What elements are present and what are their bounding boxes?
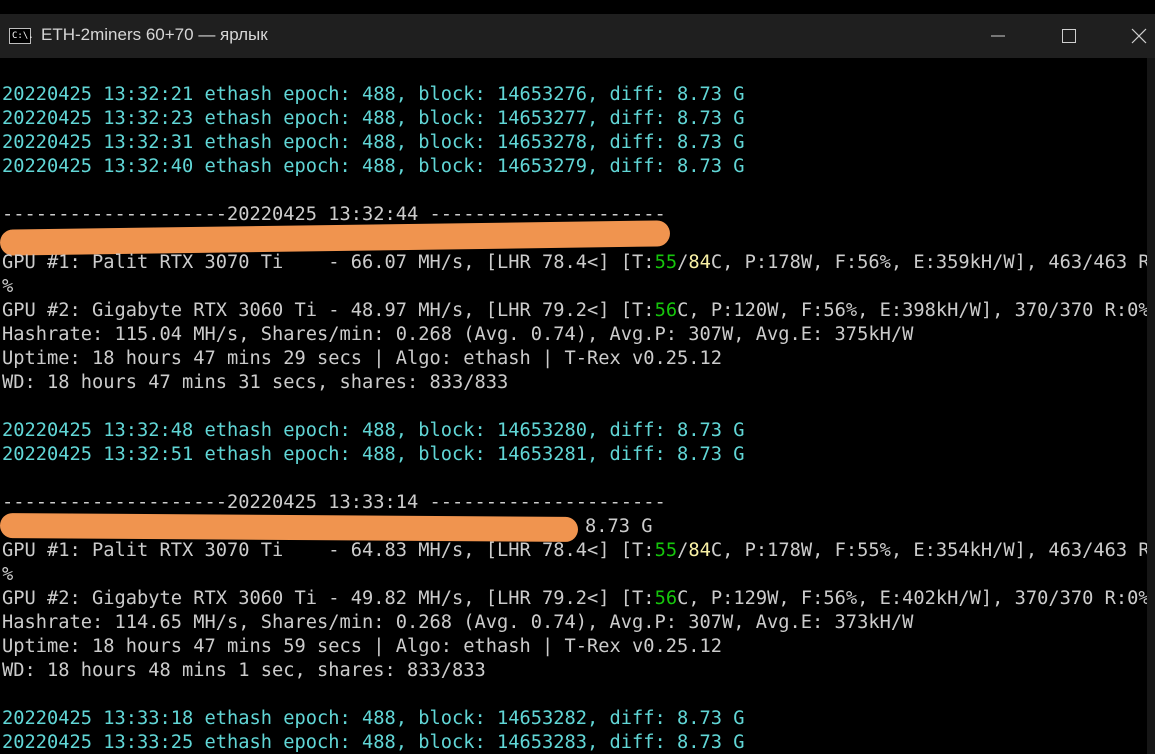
gpu2-text: GPU #2: Gigabyte RTX 3060 Ti - 48.97 MH/… — [2, 300, 655, 321]
redaction-mark — [0, 512, 579, 543]
gpu2-text: GPU #2: Gigabyte RTX 3060 Ti - 49.82 MH/… — [2, 588, 655, 609]
watchdog-line: WD: 18 hours 48 mins 1 sec, shares: 833/… — [2, 660, 486, 681]
share-line: 20220425 13:33:18 ethash epoch: 488, blo… — [2, 708, 745, 729]
console-output[interactable]: 20220425 13:32:21 ethash epoch: 488, blo… — [0, 58, 1147, 754]
maximize-button[interactable] — [1046, 14, 1092, 58]
maximize-icon — [1062, 29, 1076, 43]
vertical-scrollbar[interactable] — [1147, 58, 1155, 754]
share-line: 20220425 13:32:31 ethash epoch: 488, blo… — [2, 132, 745, 153]
gpu2-temp: 56 — [654, 588, 678, 609]
close-icon — [1131, 28, 1147, 44]
gpu-status-line: GPU #2: Gigabyte RTX 3060 Ti - 49.82 MH/… — [2, 587, 1147, 611]
share-line: 20220425 13:32:21 ethash epoch: 488, blo… — [2, 84, 745, 105]
temp-slash: / — [677, 540, 689, 561]
top-black-strip — [0, 0, 1155, 14]
gpu-status-line: GPU #1: Palit RTX 3070 Ti - 66.07 MH/s, … — [2, 251, 1147, 275]
hashrate-line: Hashrate: 115.04 MH/s, Shares/min: 0.268… — [2, 324, 914, 345]
gpu1-mem-temp: 84 — [688, 252, 711, 273]
window-title: ETH-2miners 60+70 — ярлык — [41, 25, 268, 44]
wrapped-text: % — [2, 276, 14, 297]
cmd-icon: C:\. — [9, 28, 34, 44]
status-separator: --------------------20220425 13:33:14 --… — [2, 492, 666, 513]
wrapped-text: % — [2, 564, 14, 585]
temp-slash: / — [677, 252, 689, 273]
hashrate-line: Hashrate: 114.65 MH/s, Shares/min: 0.268… — [2, 612, 914, 633]
gpu2-temp: 56 — [654, 300, 678, 321]
gpu1-rest: C, P:178W, F:56%, E:359kH/W], 463/463 R:… — [710, 252, 1147, 273]
share-line: 20220425 13:32:23 ethash epoch: 488, blo… — [2, 108, 745, 129]
gpu2-rest: C, P:129W, F:56%, E:402kH/W], 370/370 R:… — [677, 588, 1147, 609]
gpu-status-line: GPU #2: Gigabyte RTX 3060 Ti - 48.97 MH/… — [2, 299, 1147, 323]
uptime-line: Uptime: 18 hours 47 mins 29 secs | Algo:… — [2, 348, 723, 369]
share-line: 20220425 13:32:40 ethash epoch: 488, blo… — [2, 156, 745, 177]
gpu1-rest: C, P:178W, F:55%, E:354kH/W], 463/463 R:… — [710, 540, 1147, 561]
minimize-button[interactable] — [975, 14, 1021, 58]
share-line: 20220425 13:33:25 ethash epoch: 488, blo… — [2, 732, 745, 753]
gpu1-text: GPU #1: Palit RTX 3070 Ti - 66.07 MH/s, … — [2, 252, 655, 273]
share-line: 20220425 13:32:51 ethash epoch: 488, blo… — [2, 444, 745, 465]
gpu1-temp: 55 — [654, 540, 678, 561]
gpu1-temp: 55 — [654, 252, 678, 273]
gpu1-mem-temp: 84 — [688, 540, 711, 561]
share-line: 20220425 13:32:48 ethash epoch: 488, blo… — [2, 420, 745, 441]
gpu1-text: GPU #1: Palit RTX 3070 Ti - 64.83 MH/s, … — [2, 540, 655, 561]
gpu2-rest: C, P:120W, F:56%, E:398kH/W], 370/370 R:… — [677, 300, 1147, 321]
minimize-icon — [991, 35, 1005, 37]
close-button[interactable] — [1115, 14, 1155, 58]
uptime-line: Uptime: 18 hours 47 mins 59 secs | Algo:… — [2, 636, 723, 657]
watchdog-line: WD: 18 hours 47 mins 31 secs, shares: 83… — [2, 372, 509, 393]
redacted-line-tail: 8.73 G — [585, 516, 653, 537]
gpu-status-line: GPU #1: Palit RTX 3070 Ti - 64.83 MH/s, … — [2, 539, 1147, 563]
window-titlebar[interactable]: C:\. ETH-2miners 60+70 — ярлык — [0, 14, 1155, 58]
